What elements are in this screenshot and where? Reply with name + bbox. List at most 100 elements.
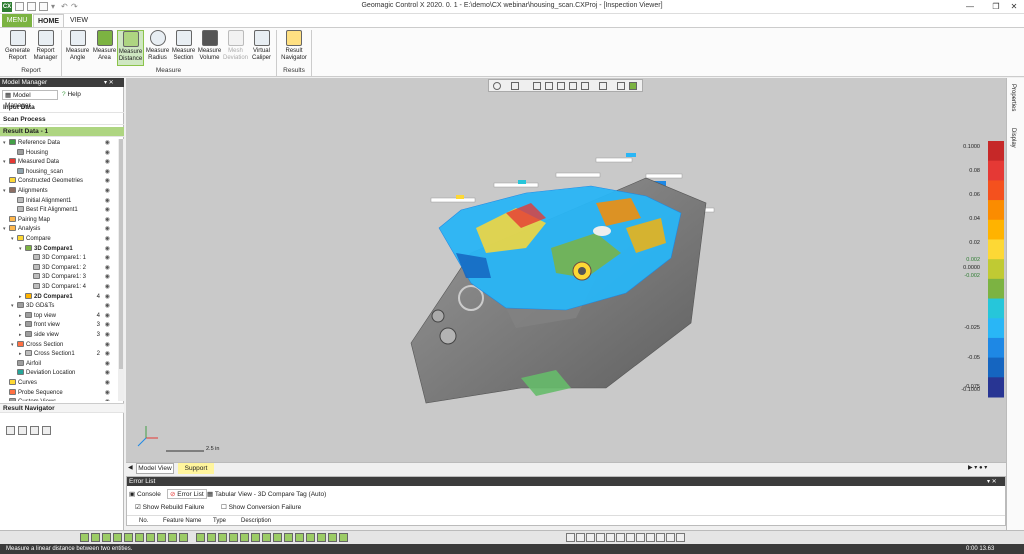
selection-filter-icon[interactable] — [157, 533, 166, 542]
view-option-icon[interactable] — [606, 533, 615, 542]
visibility-eye-icon[interactable]: ◉ — [105, 398, 110, 401]
visibility-eye-icon[interactable]: ◉ — [105, 216, 110, 226]
tree-item[interactable]: 3D Compare1: 2 ◉ — [27, 263, 118, 274]
tab-console[interactable]: ▣ Console — [129, 490, 161, 498]
measure-volume-button[interactable]: Measure Volume — [196, 30, 223, 66]
nav-icon[interactable] — [42, 426, 51, 435]
visibility-eye-icon[interactable]: ◉ — [105, 254, 110, 264]
nav-icon[interactable] — [6, 426, 15, 435]
visibility-eye-icon[interactable]: ◉ — [105, 197, 110, 207]
generate-report-button[interactable]: Generate Report — [4, 30, 31, 66]
tab-model-manager[interactable]: ▦ Model Manager — [2, 90, 58, 109]
selection-filter-icon[interactable] — [168, 533, 177, 542]
view-rotate-icon[interactable] — [493, 82, 501, 90]
nav-icon[interactable] — [30, 426, 39, 435]
selection-filter-icon[interactable] — [262, 533, 271, 542]
selection-filter-icon[interactable] — [229, 533, 238, 542]
selection-filter-icon[interactable] — [306, 533, 315, 542]
visibility-eye-icon[interactable]: ◉ — [105, 331, 110, 341]
selection-filter-icon[interactable] — [207, 533, 216, 542]
measure-distance-button[interactable]: Measure Distance — [117, 30, 144, 66]
tree-item[interactable]: Initial Alignment1 ◉ — [11, 196, 118, 207]
input-data-section[interactable]: Input Data — [0, 103, 124, 113]
selection-filter-icon[interactable] — [179, 533, 188, 542]
visibility-eye-icon[interactable]: ◉ — [105, 273, 110, 283]
tree-item[interactable]: Constructed Geometries ◉ — [3, 177, 118, 187]
tab-help[interactable]: ? Help — [62, 90, 92, 100]
visibility-eye-icon[interactable]: ◉ — [105, 360, 110, 370]
scroll-right-icon[interactable]: ▶ ▾ ● ▾ — [968, 464, 987, 471]
visibility-eye-icon[interactable]: ◉ — [105, 168, 110, 178]
tab-view[interactable]: VIEW — [65, 14, 93, 27]
selection-filter-icon[interactable] — [251, 533, 260, 542]
render-mode-icon[interactable] — [629, 82, 637, 90]
view-option-icon[interactable] — [666, 533, 675, 542]
view-option-icon[interactable] — [656, 533, 665, 542]
visibility-eye-icon[interactable]: ◉ — [105, 302, 110, 312]
selection-filter-icon[interactable] — [135, 533, 144, 542]
tree-item[interactable]: ▸ Cross Section1 2 ◉ — [19, 350, 118, 360]
view-option-icon[interactable] — [566, 533, 575, 542]
measure-section-button[interactable]: Measure Section — [170, 30, 197, 66]
column-description[interactable]: Description — [241, 518, 271, 524]
tree-item[interactable]: ▾ 3D GD&Ts ◉ — [11, 302, 118, 312]
tree-item[interactable]: ▸ top view 4 ◉ — [19, 311, 118, 322]
view-option-icon[interactable] — [586, 533, 595, 542]
visibility-eye-icon[interactable]: ◉ — [105, 245, 110, 255]
visibility-eye-icon[interactable]: ◉ — [105, 187, 110, 197]
selection-filter-icon[interactable] — [295, 533, 304, 542]
tree-item[interactable]: ▾ 3D Compare1 ◉ — [19, 244, 118, 255]
close-icon[interactable]: ✕ — [1000, 0, 1024, 14]
column-no[interactable]: No. — [139, 518, 148, 524]
tab-home[interactable]: HOME — [33, 14, 64, 27]
tree-item[interactable]: ▾ Alignments ◉ — [3, 187, 118, 197]
3d-viewport[interactable]: 2.5 in — [126, 78, 1006, 462]
tree-scrollbar[interactable] — [118, 139, 124, 401]
view-option-icon[interactable] — [616, 533, 625, 542]
tree-item[interactable]: Airfoil ◉ — [11, 359, 118, 370]
selection-filter-icon[interactable] — [102, 533, 111, 542]
panel-close-icon[interactable]: ▾ ✕ — [987, 478, 997, 485]
tree-item[interactable]: 3D Compare1: 1 ◉ — [27, 254, 118, 264]
scan-process-section[interactable]: Scan Process — [0, 115, 124, 125]
pin-icon[interactable]: ▾ ✕ — [104, 79, 114, 86]
selection-icon[interactable] — [599, 82, 607, 90]
view-cube-icon[interactable] — [511, 82, 519, 90]
selection-filter-icon[interactable] — [80, 533, 89, 542]
selection-filter-icon[interactable] — [240, 533, 249, 542]
measure-radius-button[interactable]: Measure Radius — [144, 30, 171, 66]
selection-filter-icon[interactable] — [146, 533, 155, 542]
tree-item[interactable]: Custom Views ◉ — [3, 398, 118, 401]
tree-item[interactable]: ▾ Analysis ◉ — [3, 225, 118, 235]
tab-model-view[interactable]: Model View — [136, 463, 174, 474]
housing-model[interactable] — [126, 78, 1006, 462]
selection-filter-icon[interactable] — [284, 533, 293, 542]
tab-display[interactable]: Display — [1010, 128, 1016, 148]
view-option-icon[interactable] — [646, 533, 655, 542]
view-front-icon[interactable] — [557, 82, 565, 90]
selection-filter-icon[interactable] — [124, 533, 133, 542]
visibility-eye-icon[interactable]: ◉ — [105, 264, 110, 274]
view-option-icon[interactable] — [596, 533, 605, 542]
visibility-eye-icon[interactable]: ◉ — [105, 283, 110, 293]
tree-item[interactable]: Probe Sequence ◉ — [3, 388, 118, 399]
visibility-eye-icon[interactable]: ◉ — [105, 341, 110, 351]
tree-item[interactable]: 3D Compare1: 4 ◉ — [27, 283, 118, 293]
visibility-eye-icon[interactable]: ◉ — [105, 389, 110, 399]
tab-properties[interactable]: Properties — [1010, 84, 1016, 111]
tree-item[interactable]: Curves ◉ — [3, 379, 118, 389]
tree-item[interactable]: Pairing Map ◉ — [3, 215, 118, 226]
visibility-eye-icon[interactable]: ◉ — [105, 369, 110, 379]
selection-filter-icon[interactable] — [218, 533, 227, 542]
visibility-eye-icon[interactable]: ◉ — [105, 158, 110, 168]
visibility-eye-icon[interactable]: ◉ — [105, 206, 110, 216]
selection-filter-icon[interactable] — [328, 533, 337, 542]
tree-item[interactable]: housing_scan ◉ — [11, 167, 118, 178]
view-iso-icon[interactable] — [533, 82, 541, 90]
show-conversion-failure-checkbox[interactable]: ☐ Show Conversion Failure — [221, 503, 301, 511]
tree-item[interactable]: ▾ Reference Data ◉ — [3, 139, 118, 149]
visibility-eye-icon[interactable]: ◉ — [105, 225, 110, 235]
tree-item[interactable]: ▸ 2D Compare1 4 ◉ — [19, 292, 118, 303]
visibility-eye-icon[interactable]: ◉ — [105, 293, 110, 303]
measure-angle-button[interactable]: Measure Angle — [64, 30, 91, 66]
